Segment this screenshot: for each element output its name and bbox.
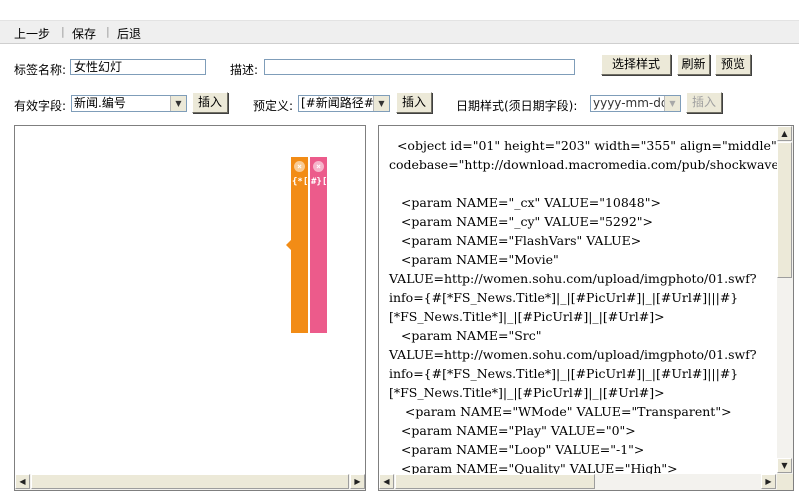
code-line: <param NAME="Src" [389,328,542,343]
save-button[interactable]: 保存 [72,25,96,42]
scroll-right-icon[interactable]: ▶ [350,474,365,489]
toolbar: 上一步 | 保存 | 后退 [0,21,799,44]
ribbon-pointer [286,240,291,250]
tag-name-label: 标签名称: [14,63,67,77]
scroll-up-icon[interactable]: ▲ [777,126,792,141]
preview-panel: × {*[*FS_News.Ti × #}[*FS_News.Ti ◀ ▶ [14,125,366,491]
code-line: <param NAME="Loop" VALUE="-1"> [389,442,645,457]
chevron-down-icon[interactable]: ▼ [373,96,389,111]
code-line: [*FS_News.Title*]|_|[#PicUrl#]|_|[#Url#]… [389,309,665,324]
ribbon-pink: × #}[*FS_News.Ti [310,157,327,333]
scroll-down-icon[interactable]: ▼ [777,458,792,473]
scroll-thumb[interactable] [395,474,595,489]
code-line: <param NAME="WMode" VALUE="Transparent"> [389,404,732,419]
code-editor-panel[interactable]: <object id="01" height="203" width="355"… [378,125,794,491]
date-style-select[interactable]: yyyy-mm-dd ▼ [590,95,681,112]
back-button[interactable]: 上一步 [14,25,50,42]
close-icon[interactable]: × [294,161,305,172]
top-band [0,0,799,21]
chevron-down-icon[interactable]: ▼ [664,96,680,111]
undo-button[interactable]: 后退 [117,25,141,42]
valid-field-select[interactable]: 新闻.编号 ▼ [71,95,187,112]
refresh-button[interactable]: 刷新 [677,54,710,75]
tag-name-field[interactable]: 女性幻灯 [70,59,206,75]
code-editor-text[interactable]: <object id="01" height="203" width="355"… [389,136,794,478]
valid-field-label: 有效字段: [14,99,67,113]
code-line: codebase="http://download.macromedia.com… [389,157,794,172]
code-line: <object id="01" height="203" width="355"… [389,138,777,153]
toolbar-separator: | [61,25,65,38]
scroll-left-icon[interactable]: ◀ [379,474,394,489]
code-line: [*FS_News.Title*]|_|[#PicUrl#]|_|[#Url#]… [389,385,665,400]
code-line: <param NAME="_cx" VALUE="10848"> [389,195,661,210]
predefined-value: [#新闻路径# [301,96,374,110]
code-line: <param NAME="Play" VALUE="0"> [389,423,636,438]
code-vertical-scrollbar[interactable]: ▲ ▼ [777,126,793,474]
insert-predefined-button[interactable]: 插入 [396,92,432,113]
select-style-button[interactable]: 选择样式 [601,54,671,75]
desc-field[interactable] [264,59,575,75]
insert-date-button[interactable]: 插入 [686,92,722,113]
insert-field-button[interactable]: 插入 [192,92,228,113]
scroll-left-icon[interactable]: ◀ [15,474,30,489]
code-horizontal-scrollbar[interactable]: ◀ ▶ [379,474,777,490]
scroll-thumb[interactable] [31,474,349,489]
ribbon-orange-text: {*[*FS_News.Ti [292,177,308,187]
ribbon-orange: × {*[*FS_News.Ti [291,157,308,333]
date-style-value: yyyy-mm-dd [593,96,669,110]
predefined-label: 预定义: [253,99,294,113]
predefined-select[interactable]: [#新闻路径# ▼ [298,95,390,112]
code-line: <param NAME="_cy" VALUE="5292"> [389,214,653,229]
preview-button[interactable]: 预览 [715,54,751,75]
date-style-label: 日期样式(须日期字段): [456,99,578,113]
ribbon-pink-text: #}[*FS_News.Ti [311,177,327,187]
toolbar-separator: | [106,25,110,38]
scroll-right-icon[interactable]: ▶ [761,474,776,489]
code-line: VALUE=http://women.sohu.com/upload/imgph… [389,271,757,286]
code-line: info={#[*FS_News.Title*]|_|[#PicUrl#]|_|… [389,366,739,381]
preview-horizontal-scrollbar[interactable]: ◀ ▶ [15,474,365,490]
desc-label: 描述: [230,63,259,77]
scroll-thumb[interactable] [777,142,792,278]
code-line: <param NAME="FlashVars" VALUE> [389,233,642,248]
chevron-down-icon[interactable]: ▼ [170,96,186,111]
scrollbar-corner [777,474,793,490]
code-line: VALUE=http://women.sohu.com/upload/imgph… [389,347,757,362]
code-line: <param NAME="Movie" [389,252,559,267]
code-line: info={#[*FS_News.Title*]|_|[#PicUrl#]|_|… [389,290,739,305]
close-icon[interactable]: × [313,161,324,172]
valid-field-value: 新闻.编号 [74,96,126,110]
